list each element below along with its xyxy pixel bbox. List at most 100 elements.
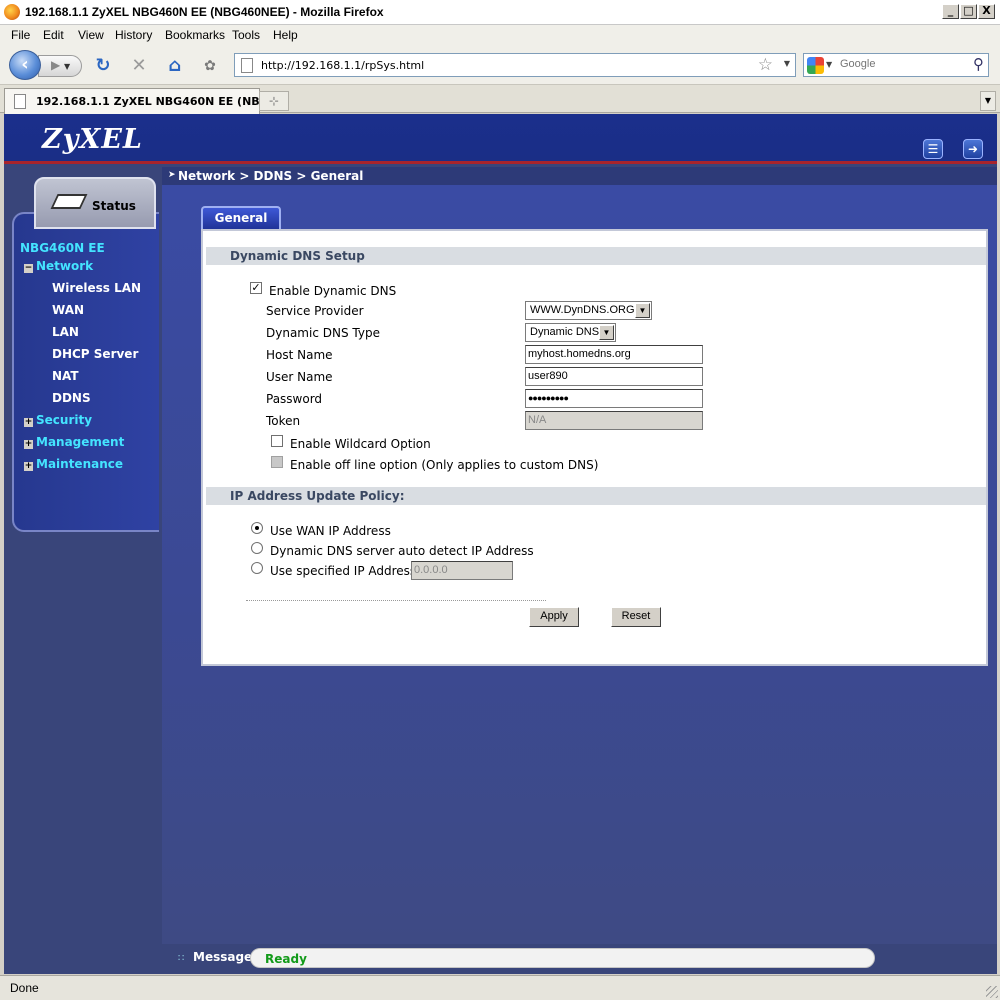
reload-icon[interactable]: ↻: [92, 55, 114, 77]
url-dropdown-icon[interactable]: ▼: [784, 59, 790, 68]
status-text: Done: [10, 981, 39, 995]
enable-ddns-checkbox[interactable]: ✓: [250, 282, 262, 294]
tab-general[interactable]: General: [201, 206, 281, 231]
provider-label: Service Provider: [266, 304, 364, 318]
menu-edit[interactable]: Edit: [43, 28, 64, 42]
search-bar[interactable]: ▼ ⚲: [803, 53, 989, 77]
expand-icon[interactable]: +: [24, 440, 33, 449]
tab-label: 192.168.1.1 ZyXEL NBG460N EE (NBG4...: [36, 95, 289, 108]
engine-dropdown-icon[interactable]: ▼: [826, 60, 832, 69]
google-engine-icon[interactable]: [807, 57, 824, 74]
service-provider-select[interactable]: WWW.DynDNS.ORG ▼: [525, 301, 652, 320]
chevron-down-icon[interactable]: ▼: [635, 303, 650, 318]
status-tab[interactable]: Status: [34, 177, 156, 229]
menu-bookmarks[interactable]: Bookmarks: [165, 28, 225, 42]
offline-option-checkbox: [271, 456, 283, 468]
status-tab-label: Status: [92, 199, 136, 213]
radio-specified-ip[interactable]: [251, 562, 263, 574]
token-field: N/A: [525, 411, 703, 430]
sidebar-item-wan[interactable]: WAN: [52, 303, 84, 317]
sidebar-item-label: Security: [36, 413, 93, 427]
sidebar-item-management[interactable]: + Management: [24, 435, 124, 449]
menu-history[interactable]: History: [115, 28, 152, 42]
divider: [246, 600, 546, 601]
menu-help[interactable]: Help: [273, 28, 298, 42]
search-icon[interactable]: ⚲: [973, 55, 984, 73]
sidebar-item-label: Maintenance: [36, 457, 124, 471]
window-titlebar: 192.168.1.1 ZyXEL NBG460N EE (NBG460NEE)…: [0, 0, 1000, 25]
expand-icon[interactable]: +: [24, 462, 33, 471]
sidebar-item-nat[interactable]: NAT: [52, 369, 79, 383]
message-icon: ∷: [178, 953, 185, 964]
window-title: 192.168.1.1 ZyXEL NBG460N EE (NBG460NEE)…: [25, 5, 384, 19]
new-tab-button[interactable]: ⊹: [259, 91, 289, 111]
sidebar-item-label: Management: [36, 435, 125, 449]
tab-active[interactable]: 192.168.1.1 ZyXEL NBG460N EE (NBG4...: [4, 88, 289, 114]
close-button[interactable]: X: [978, 4, 995, 19]
specified-ip-field: 0.0.0.0: [411, 561, 513, 580]
collapse-icon[interactable]: −: [24, 264, 33, 273]
message-bar: ∷ Message Ready: [162, 944, 997, 974]
menu-file[interactable]: File: [11, 28, 30, 42]
chevron-down-icon[interactable]: ▼: [599, 325, 614, 340]
sidebar-item-security[interactable]: + Security: [24, 413, 92, 427]
sidebar-item-maintenance[interactable]: + Maintenance: [24, 457, 123, 471]
expand-icon[interactable]: +: [24, 418, 33, 427]
sidebar-item-network[interactable]: − Network: [24, 259, 93, 273]
sidebar-item-dhcp-server[interactable]: DHCP Server: [52, 347, 138, 361]
browser-status-bar: Done: [0, 975, 1000, 1000]
resize-grip[interactable]: [986, 986, 998, 998]
url-bar[interactable]: ☆ ▼: [234, 53, 796, 77]
back-button[interactable]: ‹: [9, 50, 41, 80]
radio-use-wan-ip[interactable]: [251, 522, 263, 534]
sidebar-item-label: Network: [36, 259, 94, 273]
apply-button[interactable]: Apply: [529, 607, 579, 627]
url-input[interactable]: [261, 57, 741, 73]
tab-strip: 192.168.1.1 ZyXEL NBG460N EE (NBG4... ⊹ …: [0, 85, 1000, 114]
password-label: Password: [266, 392, 323, 406]
host-name-field[interactable]: myhost.homedns.org: [525, 345, 703, 364]
stop-icon[interactable]: ✕: [128, 55, 150, 77]
tab-list-icon[interactable]: ▼: [980, 91, 996, 111]
menu-view[interactable]: View: [78, 28, 104, 42]
sidebar-item-ddns[interactable]: DDNS: [52, 391, 91, 405]
message-text: Ready: [265, 952, 307, 966]
search-input[interactable]: [840, 58, 970, 70]
bookmark-star-icon[interactable]: ☆: [758, 55, 773, 75]
auto-detect-ip-label: Dynamic DNS server auto detect IP Addres…: [270, 544, 534, 558]
reset-button[interactable]: Reset: [611, 607, 661, 627]
home-icon[interactable]: ⌂: [164, 55, 186, 77]
ddns-type-value: Dynamic DNS: [530, 326, 600, 338]
sidebar: Status NBG460N EE − Network Wireless LAN …: [4, 167, 159, 974]
specified-ip-label: Use specified IP Address: [270, 564, 417, 578]
use-wan-ip-label: Use WAN IP Address: [270, 524, 391, 538]
user-name-field[interactable]: user890: [525, 367, 703, 386]
router-icon: [50, 194, 88, 209]
wildcard-checkbox[interactable]: [271, 435, 283, 447]
tab-page-icon: [14, 94, 26, 109]
router-web-ui: ZyXEL ☰ ➜ Status NBG460N EE − Network Wir…: [4, 114, 997, 974]
zyxel-logo: ZyXEL: [42, 124, 143, 155]
ddns-type-select[interactable]: Dynamic DNS ▼: [525, 323, 616, 342]
radio-auto-detect-ip[interactable]: [251, 542, 263, 554]
menu-tools[interactable]: Tools: [232, 28, 260, 42]
wildcard-label: Enable Wildcard Option: [290, 437, 431, 451]
host-name-label: Host Name: [266, 348, 333, 362]
extension-icon[interactable]: ✿: [199, 55, 221, 77]
breadcrumb: ➤ Network > DDNS > General: [162, 167, 997, 185]
password-field[interactable]: ●●●●●●●●●: [525, 389, 703, 408]
token-label: Token: [266, 414, 301, 428]
site-map-icon[interactable]: ☰: [923, 139, 943, 159]
minimize-button[interactable]: _: [942, 4, 959, 19]
navigation-toolbar: ▶ ▼ ‹ ↻ ✕ ⌂ ✿ ☆ ▼ ▼ ⚲: [0, 45, 1000, 85]
sidebar-item-wireless-lan[interactable]: Wireless LAN: [52, 281, 141, 295]
maximize-button[interactable]: □: [960, 4, 977, 19]
section-dynamic-dns-setup: Dynamic DNS Setup: [206, 247, 986, 265]
page-icon: [241, 58, 253, 73]
message-box: Ready: [250, 948, 875, 968]
forward-button[interactable]: ▶ ▼: [38, 55, 82, 77]
logout-icon[interactable]: ➜: [963, 139, 983, 159]
firefox-icon: [4, 4, 20, 20]
offline-option-label: Enable off line option (Only applies to …: [290, 458, 599, 472]
sidebar-item-lan[interactable]: LAN: [52, 325, 79, 339]
